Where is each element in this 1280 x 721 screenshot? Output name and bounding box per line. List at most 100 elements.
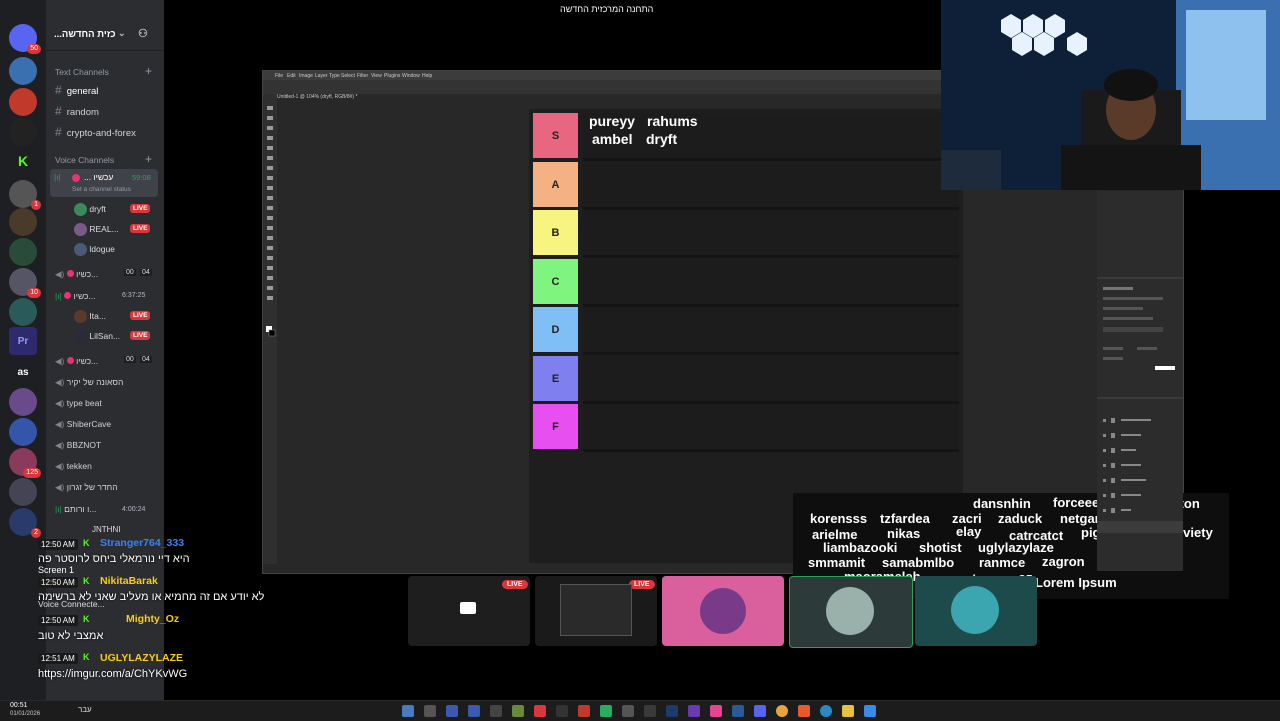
taskbar-app-icon[interactable] [578,705,590,717]
settings-icon[interactable] [622,705,634,717]
member-jnthni[interactable]: JNTHNI [92,525,120,534]
chat-username[interactable]: Mighty_Oz [126,613,179,625]
add-voice-channel-icon[interactable]: + [145,152,152,166]
stream-thumbnail-5[interactable] [915,576,1037,646]
kick-server-icon[interactable]: K [9,147,37,175]
taskbar-app-icon[interactable] [424,705,436,717]
menu-image[interactable]: Image [299,73,313,79]
voice-channel-11[interactable]: |ı| ו ורותם... [55,504,96,514]
menu-edit[interactable]: Edit [287,73,296,79]
tier-name[interactable]: pureyy [589,113,635,129]
voice-channel-4[interactable]: ◀) כשיו... [55,356,98,367]
chat-username[interactable]: Stranger764_333 [100,537,184,549]
voice-channel-active[interactable]: |ı| ... עכשיו 59:08 Set a channel status [50,169,158,197]
channel-crypto[interactable]: # crypto-and-forex [55,125,136,139]
taskbar-app-icon[interactable] [446,705,458,717]
voice-channel-2[interactable]: ◀) כשיו... [55,269,98,280]
taskbar-app-icon[interactable] [732,705,744,717]
voice-category[interactable]: Voice Channels [55,155,114,165]
pool-name[interactable]: dansnhin [973,496,1031,511]
tier-row-b[interactable] [583,210,959,258]
tier-row-c[interactable] [583,259,959,307]
pool-name[interactable]: uglylazylaze [978,540,1054,555]
taskbar-app-icon[interactable] [688,705,700,717]
server-icon-13[interactable] [9,388,37,416]
server-icon-16[interactable] [9,478,37,506]
taskbar-app-icon[interactable] [556,705,568,717]
music-icon[interactable] [710,705,722,717]
ps-document-tab[interactable]: Untitled-1 @ 104% (dryft, RGB/8#) * [277,94,477,104]
server-icon-3[interactable] [9,88,37,116]
pool-name[interactable]: liambazooki [823,540,897,555]
windows-start-icon[interactable] [864,705,876,717]
server-icon-14[interactable] [9,418,37,446]
server-icon-2[interactable] [9,57,37,85]
voice-channel-5[interactable]: ◀) הסאונה של יקיר [55,377,123,388]
tier-row-s[interactable] [583,113,959,161]
server-icon-10[interactable] [9,298,37,326]
chat-username[interactable]: UGLYLAZYLAZE [100,652,183,664]
server-icon-17[interactable]: 2 [9,508,41,538]
menu-select[interactable]: Select [341,73,355,79]
tier-name[interactable]: ambel [592,131,632,147]
text-category[interactable]: Text Channels [55,67,109,77]
taskbar-app-icon[interactable] [534,705,546,717]
language-indicator[interactable]: עבר [78,705,92,714]
server-icon-9[interactable]: 10 [9,268,41,298]
pool-name[interactable]: samabmlbo [882,555,954,570]
menu-window[interactable]: Window [402,73,420,79]
premiere-server-icon[interactable]: Pr [9,327,37,355]
clock-time[interactable]: 00:51 [10,702,28,709]
menu-help[interactable]: Help [422,73,432,79]
taskbar-app-icon[interactable] [644,705,656,717]
add-channel-icon[interactable]: + [145,64,152,78]
tier-list-canvas[interactable]: S A B C D E F pureyy rahums ambel dryft … [529,109,1229,599]
taskbar-app-icon[interactable] [512,705,524,717]
member-lilsan[interactable]: LilSan... [74,330,120,343]
server-icon-15[interactable]: 125 [9,448,41,478]
pool-name[interactable]: shotist [919,540,962,555]
edge-icon[interactable] [820,705,832,717]
server-icon-1[interactable]: 50 [9,24,41,54]
pool-name[interactable]: tzfardea [880,511,930,526]
tier-row-d[interactable] [583,307,959,355]
menu-view[interactable]: View [371,73,382,79]
chat-message[interactable]: https://imgur.com/a/ChYKvWG [38,668,187,680]
as-server-icon[interactable]: as [9,358,37,386]
voice-channel-6[interactable]: ◀) type beat [55,398,102,409]
member-real[interactable]: REAL... [74,223,119,236]
server-icon-6[interactable]: 1 [9,180,41,210]
stream-thumbnail-2[interactable]: LIVE [535,576,657,646]
pool-name[interactable]: ranmce [979,555,1025,570]
menu-type[interactable]: Type [329,73,340,79]
menu-filter[interactable]: Filter [357,73,368,79]
chat-username[interactable]: NikitaBarak [100,575,158,587]
pool-name[interactable]: elay [956,524,981,539]
add-member-icon[interactable]: ⚇ [138,27,148,40]
server-icon-7[interactable] [9,208,37,236]
member-ldogue[interactable]: ldogue [74,243,115,256]
voice-channel-3[interactable]: |ı| כשיו... [55,291,96,301]
discord-icon[interactable] [754,705,766,717]
voice-channel-8[interactable]: ◀) BBZNOT [55,440,101,451]
tier-row-e[interactable] [583,356,959,404]
member-ita[interactable]: Ita... [74,310,106,323]
menu-plugins[interactable]: Plugins [384,73,400,79]
channel-general[interactable]: # general [55,83,98,97]
menu-file[interactable]: File [275,73,283,79]
taskbar-app-icon[interactable] [666,705,678,717]
tier-row-a[interactable] [583,162,959,210]
channel-random[interactable]: # random [55,104,99,118]
voice-channel-7[interactable]: ◀) ShiberCave [55,419,111,430]
server-header[interactable]: ...כזית החדשה ⌄ ⚇ [46,20,164,51]
clock-date[interactable]: 01/01/2026 [10,711,40,717]
tier-name[interactable]: dryft [646,131,677,147]
pool-name[interactable]: zagron [1042,554,1085,569]
voice-channel-9[interactable]: ◀) tekken [55,461,92,472]
pool-name[interactable]: forceee [1053,495,1099,510]
pool-name[interactable]: smmamit [808,555,865,570]
taskbar-app-icon[interactable] [468,705,480,717]
tier-name[interactable]: rahums [647,113,698,129]
pool-name[interactable]: Lorem Ipsum [1035,575,1117,590]
taskbar-app-icon[interactable] [490,705,502,717]
